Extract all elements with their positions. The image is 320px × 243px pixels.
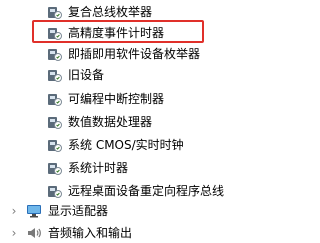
- tree-item-system-device[interactable]: 旧设备: [46, 63, 104, 87]
- tree-item-system-device[interactable]: 数值数据处理器: [46, 110, 152, 134]
- tree-item-label: 系统计时器: [68, 161, 129, 175]
- tree-category-display-adapters[interactable]: › 显示适配器: [8, 199, 108, 223]
- tree-item-label: 高精度事件计时器: [68, 26, 165, 40]
- tree-item-system-device[interactable]: 可编程中断控制器: [46, 87, 164, 111]
- audio-icon: [26, 225, 42, 241]
- device-manager-tree: 复合总线枚举器 高精度事件计时器 即插即用软件设备枚举器 旧设备 可编程中断控制…: [0, 0, 257, 243]
- tree-item-label: 系统 CMOS/实时时钟: [68, 138, 184, 152]
- display-adapter-icon: [26, 203, 42, 219]
- tree-item-label: 复合总线枚举器: [68, 5, 153, 19]
- system-device-icon: [46, 137, 62, 153]
- tree-item-label: 可编程中断控制器: [68, 92, 165, 106]
- expand-chevron-icon[interactable]: ›: [8, 203, 20, 219]
- tree-category-audio-io[interactable]: › 音频输入和输出: [8, 221, 132, 243]
- tree-item-system-device[interactable]: 系统 CMOS/实时时钟: [46, 133, 184, 157]
- expand-chevron-icon[interactable]: ›: [8, 225, 20, 241]
- system-device-icon: [46, 183, 62, 199]
- system-device-icon: [46, 160, 62, 176]
- system-device-icon: [46, 114, 62, 130]
- system-device-icon: [46, 4, 62, 20]
- system-device-icon: [46, 67, 62, 83]
- system-device-icon: [46, 91, 62, 107]
- tree-item-label: 旧设备: [68, 68, 105, 82]
- tree-item-label: 数值数据处理器: [68, 115, 153, 129]
- tree-item-label: 即插即用软件设备枚举器: [68, 47, 201, 61]
- tree-category-label: 显示适配器: [48, 204, 109, 218]
- tree-item-label: 远程桌面设备重定向程序总线: [68, 184, 225, 198]
- system-device-icon: [46, 25, 62, 41]
- tree-item-system-device[interactable]: 系统计时器: [46, 156, 128, 180]
- tree-category-label: 音频输入和输出: [48, 226, 133, 240]
- system-device-icon: [46, 46, 62, 62]
